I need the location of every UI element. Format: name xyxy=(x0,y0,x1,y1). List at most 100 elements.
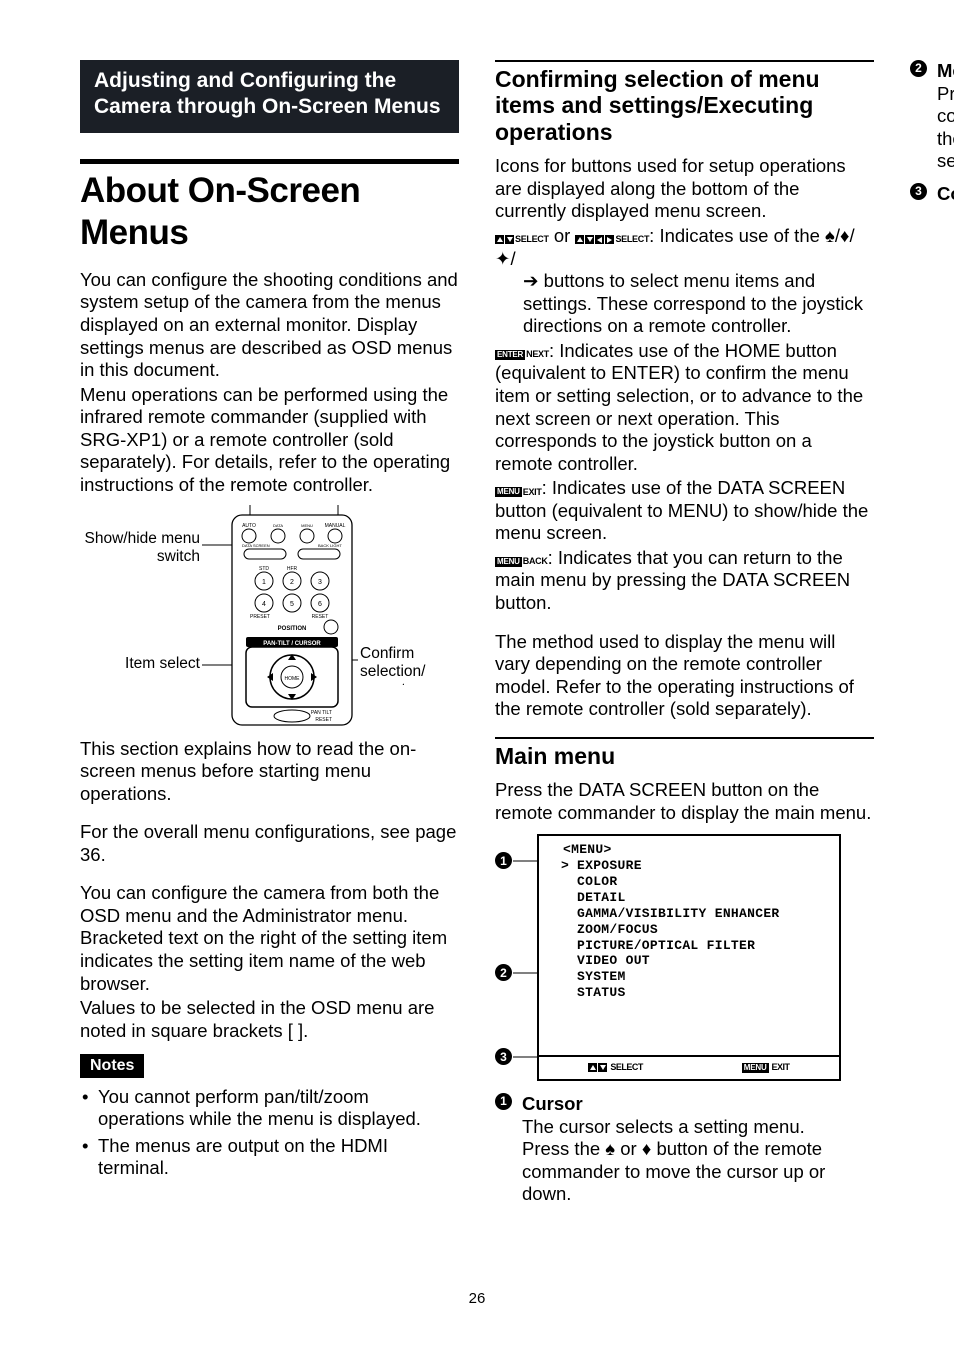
svg-text:STD: STD xyxy=(259,566,269,572)
section-banner: Adjusting and Configuring the Camera thr… xyxy=(80,60,459,133)
notes-label: Notes xyxy=(80,1054,144,1078)
menu-item: ZOOM/FOCUS xyxy=(539,922,839,938)
menu-back-icon: MENUBACK xyxy=(495,556,548,567)
callout-3-icon: 3 xyxy=(495,1048,512,1065)
select-text-a: : Indicates use of the xyxy=(649,225,825,246)
note-item: You cannot perform pan/tilt/zoom operati… xyxy=(94,1086,459,1131)
mainmenu-rule xyxy=(495,737,874,739)
legend-1-title: Cursor xyxy=(522,1093,874,1116)
select-2way-icon: SELECT xyxy=(495,234,549,245)
note-item: The menus are output on the HDMI termina… xyxy=(94,1135,459,1180)
svg-text:2: 2 xyxy=(290,579,294,586)
select-text-b: buttons to select menu items and setting… xyxy=(523,270,863,336)
svg-text:HFR: HFR xyxy=(287,566,298,572)
legend-1: 1 Cursor The cursor selects a setting me… xyxy=(495,1093,874,1206)
label-item-select: Item select xyxy=(80,655,200,673)
svg-text:4: 4 xyxy=(262,601,266,608)
intro-paragraph-2: Menu operations can be performed using t… xyxy=(80,384,459,497)
label-confirm: Confirm selection/ execute operation xyxy=(360,645,470,685)
svg-text:POSITION: POSITION xyxy=(278,626,307,632)
svg-text:HOME: HOME xyxy=(285,676,301,682)
svg-text:DATA SCREEN: DATA SCREEN xyxy=(242,543,270,548)
footer-exit-icon: MENU EXIT xyxy=(742,1062,790,1073)
menu-item: COLOR xyxy=(539,874,839,890)
legend-2-title: Menu items xyxy=(937,60,954,83)
subsection-rule xyxy=(495,60,874,62)
menu-item: EXPOSURE xyxy=(577,858,642,873)
or-word: or xyxy=(554,225,576,246)
svg-text:3: 3 xyxy=(318,579,322,586)
menu-cursor-icon: > xyxy=(561,858,569,874)
enter-next-text: : Indicates use of the HOME button (equi… xyxy=(495,340,863,474)
after-fig-paragraph-2: For the overall menu configurations, see… xyxy=(80,821,459,866)
legend-1-line1: The cursor selects a setting menu. xyxy=(522,1116,874,1139)
legend-1-icon: 1 xyxy=(495,1093,512,1110)
menu-item: SYSTEM xyxy=(539,969,839,985)
menu-back-text: : Indicates that you can return to the m… xyxy=(495,547,850,613)
after-fig-paragraph-1: This section explains how to read the on… xyxy=(80,738,459,806)
icon-desc-select: SELECT or SELECT : Indicates use of the … xyxy=(495,225,874,338)
menu-title: <MENU> xyxy=(539,842,839,858)
svg-text:1: 1 xyxy=(262,579,266,586)
svg-text:PAN-TILT / CURSOR: PAN-TILT / CURSOR xyxy=(263,641,321,647)
svg-text:RESET: RESET xyxy=(315,717,332,723)
main-menu-intro: Press the DATA SCREEN button on the remo… xyxy=(495,779,874,824)
legend-1-line2: Press the ♠ or ♦ button of the remote co… xyxy=(522,1138,874,1206)
menu-screen: <MENU> > EXPOSURE COLOR DETAIL GAMMA/VIS… xyxy=(537,834,841,1081)
menu-item: GAMMA/VISIBILITY ENHANCER xyxy=(539,906,839,922)
legend-2-body: Press the ♠ or ♦ button of the remote co… xyxy=(937,83,954,173)
main-menu-figure: 1 2 3 <MENU> > EXPOSURE COLOR DETAIL GAM… xyxy=(495,834,874,1081)
footer-select-icon: SELECT xyxy=(588,1062,643,1073)
menu-exit-text: : Indicates use of the DATA SCREEN butto… xyxy=(495,477,868,543)
svg-text:AUTO: AUTO xyxy=(242,523,256,529)
svg-text:RESET: RESET xyxy=(312,614,329,620)
menu-footer: SELECT MENU EXIT xyxy=(539,1055,839,1079)
after-fig-paragraph-3: You can configure the camera from both t… xyxy=(80,882,459,995)
method-note: The method used to display the menu will… xyxy=(495,631,874,721)
arrow-down-icon: ♦ xyxy=(642,1138,651,1159)
arrow-left-icon: ✦ xyxy=(495,248,511,269)
confirm-heading: Confirming selection of menu items and s… xyxy=(495,66,874,145)
title-rule xyxy=(80,159,459,164)
menu-exit-icon: MENUEXIT xyxy=(495,487,542,498)
svg-text:PAN TILT: PAN TILT xyxy=(311,710,332,716)
notes-list: You cannot perform pan/tilt/zoom operati… xyxy=(80,1086,459,1180)
arrow-up-icon: ♠ xyxy=(825,225,835,246)
select-4way-icon: SELECT xyxy=(575,234,649,245)
menu-item: DETAIL xyxy=(539,890,839,906)
callout-2-icon: 2 xyxy=(495,964,512,981)
remote-diagram-svg: Show/hide menu switch Item select Confir… xyxy=(80,505,470,730)
svg-text:PRESET: PRESET xyxy=(250,614,270,620)
legend-2-icon: 2 xyxy=(910,60,927,77)
page-number: 26 xyxy=(0,1290,954,1308)
menu-item: VIDEO OUT xyxy=(539,953,839,969)
legend-2: 2 Menu items Press the ♠ or ♦ button of … xyxy=(910,60,954,173)
confirm-intro: Icons for buttons used for setup operati… xyxy=(495,155,874,223)
svg-text:DATA: DATA xyxy=(273,523,283,528)
arrow-down-icon: ♦ xyxy=(840,225,849,246)
icon-desc-menu-exit: MENUEXIT : Indicates use of the DATA SCR… xyxy=(495,477,874,545)
page-title: About On-Screen Menus xyxy=(80,170,459,255)
remote-figure: Show/hide menu switch Item select Confir… xyxy=(80,505,459,730)
svg-text:MANUAL: MANUAL xyxy=(325,523,346,529)
enter-next-icon: ENTERNEXT xyxy=(495,349,549,360)
banner-text: Adjusting and Configuring the Camera thr… xyxy=(94,69,441,118)
legend-3: 3 Control button display section xyxy=(910,183,954,206)
svg-text:BACK LIGHT: BACK LIGHT xyxy=(318,543,342,548)
arrow-right-icon: ➔ xyxy=(523,270,539,291)
svg-text:MENU: MENU xyxy=(301,523,313,528)
after-fig-paragraph-4: Values to be selected in the OSD menu ar… xyxy=(80,997,459,1042)
menu-item: PICTURE/OPTICAL FILTER xyxy=(539,938,839,954)
callout-1-icon: 1 xyxy=(495,852,512,869)
legend-3-title: Control button display section xyxy=(937,183,954,206)
menu-item: STATUS xyxy=(539,985,839,1001)
arrow-up-icon: ♠ xyxy=(605,1138,615,1159)
main-menu-heading: Main menu xyxy=(495,743,874,769)
legend-3-icon: 3 xyxy=(910,183,927,200)
icon-desc-enter-next: ENTERNEXT : Indicates use of the HOME bu… xyxy=(495,340,874,475)
intro-paragraph-1: You can configure the shooting condition… xyxy=(80,269,459,382)
icon-desc-menu-back: MENUBACK : Indicates that you can return… xyxy=(495,547,874,615)
svg-text:5: 5 xyxy=(290,601,294,608)
label-show-hide: Show/hide menu switch xyxy=(80,530,200,566)
svg-text:6: 6 xyxy=(318,601,322,608)
